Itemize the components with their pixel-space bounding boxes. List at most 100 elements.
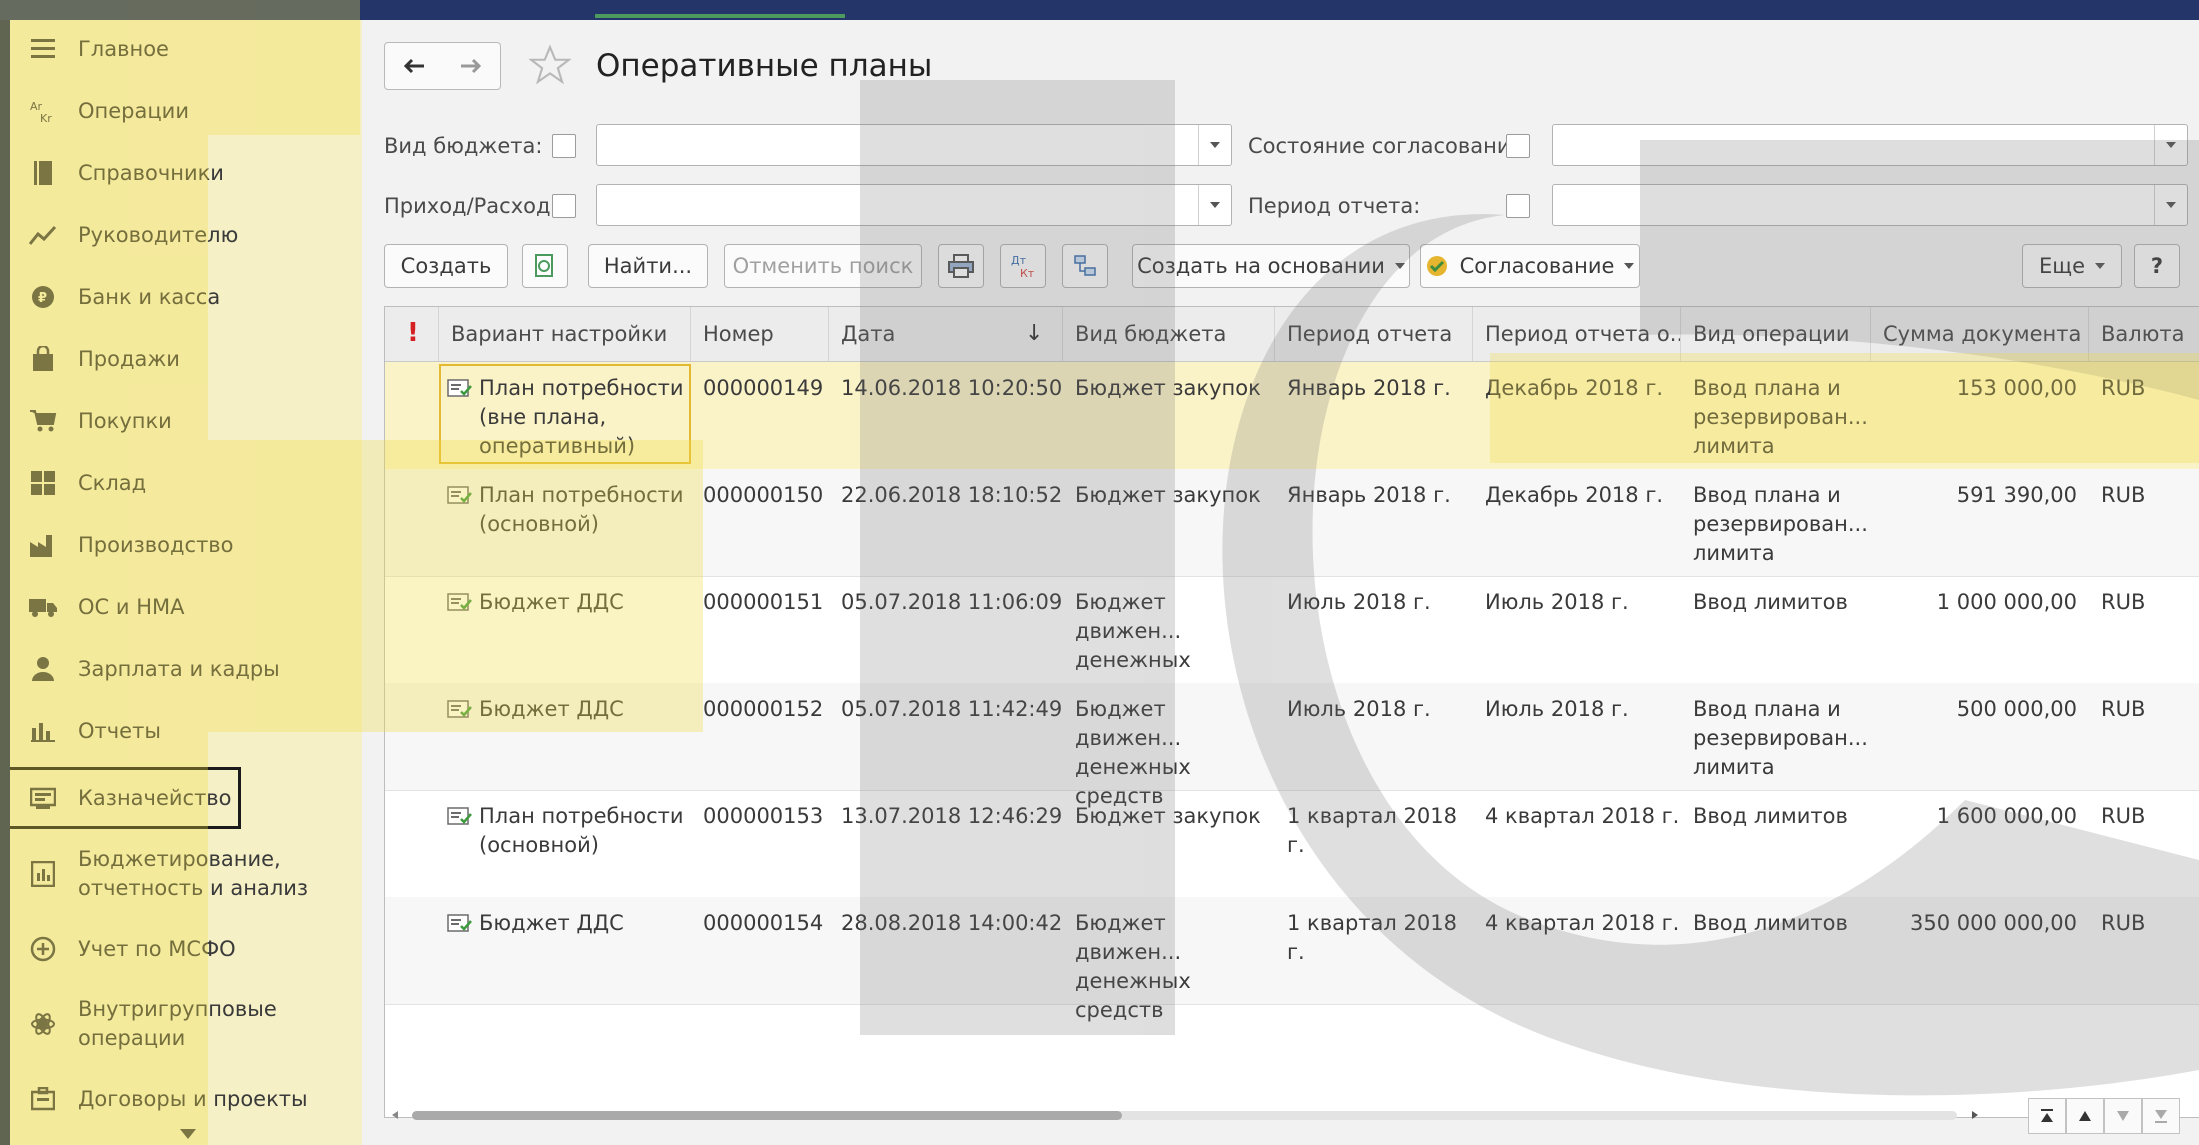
print-button[interactable] — [938, 244, 984, 288]
create-based-on-label: Создать на основании — [1137, 254, 1385, 278]
sidebar-item-label: Зарплата и кадры — [78, 656, 280, 681]
sidebar-item-label: Бюджетирование, отчетность и анализ — [78, 847, 309, 900]
cell-report-period-end: Декабрь 2018 г. — [1485, 376, 1664, 400]
cell-report-period-end: Июль 2018 г. — [1485, 590, 1629, 614]
cell-report-period: 1 квартал 2018 г. — [1287, 911, 1457, 964]
operations-icon: Ar Kr — [28, 96, 58, 126]
scroll-right-icon[interactable] — [1972, 1111, 1978, 1119]
sidebar-item-ifrs[interactable]: Учет по МСФО — [10, 924, 362, 974]
table-row[interactable]: Бюджет ДДС 000000151 05.07.2018 11:06:09 Бю… — [385, 576, 2199, 701]
last-row-button[interactable] — [2142, 1098, 2180, 1134]
approval-state-checkbox[interactable] — [1506, 134, 1530, 158]
sidebar-item-treasury[interactable]: Казначейство — [10, 767, 241, 829]
sidebar-item-label: Договоры и проекты — [78, 1086, 308, 1111]
column-header-report-period-end[interactable]: Период отчета о... — [1473, 307, 1681, 361]
bar-chart-icon — [28, 716, 58, 746]
sidebar-item-catalogs[interactable]: Справочники — [10, 148, 362, 198]
column-header-report-period[interactable]: Период отчета — [1275, 307, 1473, 361]
column-header-currency[interactable]: Валюта — [2089, 307, 2199, 361]
report-period-select[interactable] — [1552, 184, 2188, 226]
sidebar-item-bank[interactable]: ₽ Банк и касса — [10, 272, 362, 322]
person-icon — [28, 654, 58, 684]
sidebar-item-purchases[interactable]: Покупки — [10, 396, 362, 446]
sidebar-item-reports[interactable]: Отчеты — [10, 706, 362, 756]
bag-icon — [28, 344, 58, 374]
chevron-down-icon[interactable] — [2154, 125, 2187, 165]
previous-row-button[interactable] — [2066, 1098, 2104, 1134]
scroll-left-icon[interactable] — [392, 1111, 398, 1119]
create-based-on-button[interactable]: Создать на основании — [1132, 244, 1410, 288]
income-expense-select[interactable] — [596, 184, 1232, 226]
horizontal-scrollbar[interactable] — [392, 1108, 1982, 1122]
arrow-up-icon — [2079, 1111, 2091, 1121]
chevron-down-icon[interactable] — [1198, 125, 1231, 165]
approval-state-select[interactable] — [1552, 124, 2188, 166]
table-row[interactable]: План потребности (вне плана, оперативный… — [385, 362, 2199, 470]
sidebar-item-intragroup[interactable]: Внутригрупповые операции — [10, 988, 362, 1060]
table-row[interactable]: Бюджет ДДС 000000152 05.07.2018 11:42:49 Бю… — [385, 683, 2199, 808]
table-row[interactable]: План потребности (основной) 000000153 13.0… — [385, 790, 2199, 898]
create-button[interactable]: Создать — [384, 244, 508, 288]
cell-operation-type: Ввод лимитов — [1693, 590, 1848, 614]
sidebar-item-label: Операции — [78, 98, 189, 123]
budget-type-select[interactable] — [596, 124, 1232, 166]
debit-credit-icon: ДтКт — [1011, 254, 1035, 279]
cell-report-period: Июль 2018 г. — [1287, 590, 1431, 614]
sidebar-item-budgeting[interactable]: Бюджетирование, отчетность и анализ — [10, 838, 362, 910]
sidebar-item-label: ОС и НМА — [78, 594, 185, 619]
cell-number: 000000153 — [703, 804, 824, 828]
debit-credit-button[interactable]: Дт Кт — [1000, 244, 1046, 288]
sort-arrow-icon[interactable]: ↓ — [1025, 307, 1043, 361]
sidebar-item-sales[interactable]: Продажи — [10, 334, 362, 384]
sidebar-item-main[interactable]: Главное — [10, 24, 362, 74]
column-header-amount[interactable]: Сумма документа — [1871, 307, 2089, 361]
menu-icon — [28, 34, 58, 64]
cell-variant: План потребности (основной) — [479, 804, 684, 857]
back-button[interactable] — [384, 42, 444, 90]
chevron-down-icon[interactable] — [1198, 185, 1231, 225]
print-icon — [948, 254, 974, 278]
find-button[interactable]: Найти... — [588, 244, 708, 288]
copy-button[interactable] — [522, 244, 568, 288]
scroll-thumb[interactable] — [412, 1111, 1122, 1120]
chevron-down-icon[interactable] — [2154, 185, 2187, 225]
budget-type-checkbox[interactable] — [552, 134, 576, 158]
column-header-operation-type[interactable]: Вид операции — [1681, 307, 1871, 361]
sidebar-item-operations[interactable]: Ar Kr Операции — [10, 86, 362, 136]
column-header-flag[interactable]: ! — [385, 307, 439, 361]
approval-button[interactable]: Согласование — [1420, 244, 1640, 288]
chevron-down-icon — [1624, 263, 1635, 269]
cell-amount: 350 000 000,00 — [1910, 911, 2077, 935]
table-row[interactable]: План потребности (основной) 000000150 22.0… — [385, 469, 2199, 577]
sidebar-item-manager[interactable]: Руководителю — [10, 210, 362, 260]
cell-budget-type: Бюджет закупок — [1075, 804, 1261, 828]
sidebar-item-payroll[interactable]: Зарплата и кадры — [10, 644, 362, 694]
structure-button[interactable] — [1062, 244, 1108, 288]
cell-number: 000000154 — [703, 911, 824, 935]
sidebar-item-warehouse[interactable]: Склад — [10, 458, 362, 508]
cell-number: 000000152 — [703, 697, 824, 721]
next-row-button[interactable] — [2104, 1098, 2142, 1134]
more-button[interactable]: Еще — [2022, 244, 2122, 288]
forward-button[interactable] — [442, 42, 501, 90]
column-header-budget-type[interactable]: Вид бюджета — [1063, 307, 1275, 361]
income-expense-checkbox[interactable] — [552, 194, 576, 218]
cancel-search-button[interactable]: Отменить поиск — [724, 244, 922, 288]
help-button[interactable]: ? — [2134, 244, 2180, 288]
more-button-label: Еще — [2039, 254, 2085, 278]
sidebar-item-assets[interactable]: ОС и НМА — [10, 582, 362, 632]
report-period-checkbox[interactable] — [1506, 194, 1530, 218]
table-row[interactable]: Бюджет ДДС 000000154 28.08.2018 14:00:42 Бю… — [385, 897, 2199, 1022]
column-header-variant[interactable]: Вариант настройки — [439, 307, 691, 361]
cart-icon — [28, 406, 58, 436]
cell-report-period-end: 4 квартал 2018 г. — [1485, 911, 1680, 935]
cell-date: 05.07.2018 11:42:49 — [841, 697, 1063, 721]
form-header: Оперативные планы × — [384, 42, 2199, 102]
cell-report-period: Июль 2018 г. — [1287, 697, 1431, 721]
first-row-button[interactable] — [2028, 1098, 2066, 1134]
sidebar-item-contracts[interactable]: Договоры и проекты — [10, 1074, 362, 1124]
column-header-number[interactable]: Номер — [691, 307, 829, 361]
sidebar-scroll-down-icon[interactable] — [180, 1129, 196, 1139]
sidebar-item-production[interactable]: Производство — [10, 520, 362, 570]
favorite-star-icon[interactable] — [529, 44, 571, 86]
